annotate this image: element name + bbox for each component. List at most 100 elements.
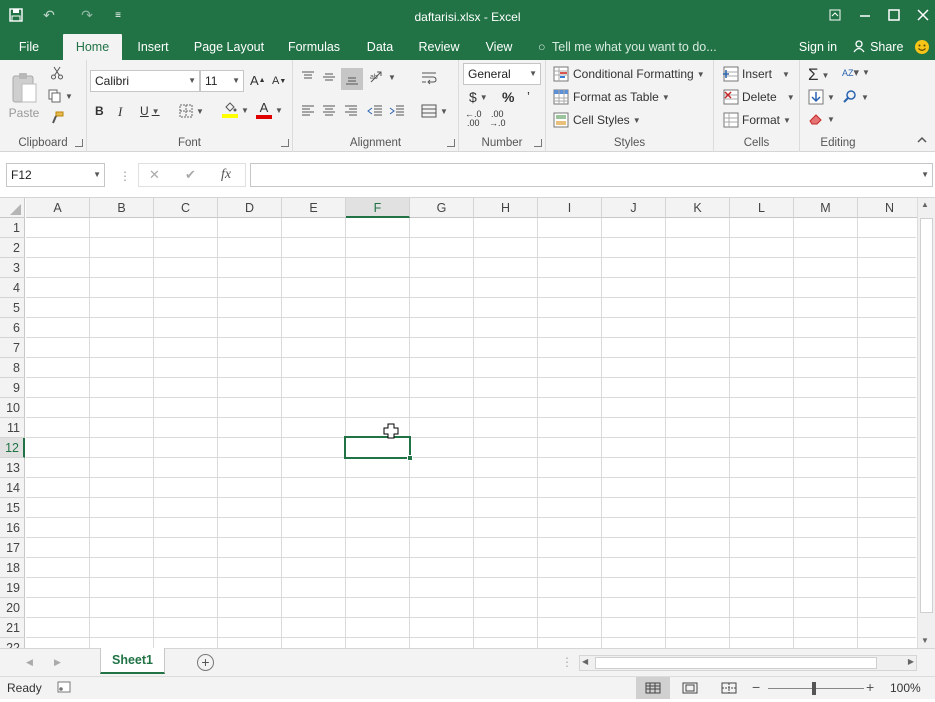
wrap-text-button[interactable] [421,70,437,86]
zoom-out-button[interactable]: − [752,679,760,695]
row-header-2[interactable]: 2 [0,238,25,258]
selected-cell[interactable] [344,436,413,461]
font-color-button[interactable]: A ▼ [256,101,283,119]
number-format-combo[interactable]: General ▼ [463,63,541,85]
tell-me-box[interactable]: ○ Tell me what you want to do... [538,34,723,60]
clear-button[interactable]: ▼ [808,112,835,126]
cell-styles-button[interactable]: Cell Styles ▼ [553,112,641,128]
close-icon[interactable] [910,4,935,26]
row-header-4[interactable]: 4 [0,278,25,298]
sort-filter-button[interactable]: AZ ▾ ▼ [842,66,870,79]
merge-center-button[interactable]: ▼ [421,104,448,118]
paste-button[interactable]: Paste [6,64,42,120]
page-break-view-button[interactable] [721,682,737,697]
orientation-button[interactable]: ab ▼ [369,70,396,84]
zoom-in-button[interactable]: + [866,679,874,695]
column-header-m[interactable]: M [794,198,858,218]
scroll-up-icon[interactable]: ▲ [921,200,929,209]
comma-style-button[interactable]: ’ [527,89,530,104]
format-painter-button[interactable] [50,111,64,125]
align-center-button[interactable] [322,104,336,118]
formula-input[interactable]: ▼ [250,163,933,187]
font-size-combo[interactable]: 11 ▼ [200,70,244,92]
tab-view[interactable]: View [480,34,518,60]
conditional-formatting-button[interactable]: Conditional Formatting ▼ [553,66,705,82]
new-sheet-icon[interactable]: + [197,654,214,671]
normal-view-button[interactable] [636,677,670,699]
tab-data[interactable]: Data [361,34,399,60]
align-left-button[interactable] [301,104,315,118]
scroll-left-icon[interactable]: ◀ [582,657,588,666]
column-header-n[interactable]: N [858,198,922,218]
tab-review[interactable]: Review [414,34,464,60]
row-header-19[interactable]: 19 [0,578,25,598]
sheet-tab-sheet1[interactable]: Sheet1 [100,648,165,674]
row-header-5[interactable]: 5 [0,298,25,318]
clipboard-dialog-launcher[interactable] [75,139,83,147]
find-select-button[interactable]: ▼ [842,89,869,105]
row-header-3[interactable]: 3 [0,258,25,278]
row-header-10[interactable]: 10 [0,398,25,418]
row-header-14[interactable]: 14 [0,478,25,498]
row-header-17[interactable]: 17 [0,538,25,558]
column-header-i[interactable]: I [538,198,602,218]
expand-formula-bar-icon[interactable]: ▼ [921,164,929,186]
row-header-22[interactable]: 22 [0,638,25,648]
borders-button[interactable]: ▼ [179,104,204,118]
share-button[interactable]: Share [848,34,908,60]
tab-page-layout[interactable]: Page Layout [190,34,268,60]
smiley-feedback-icon[interactable] [912,34,932,60]
grow-font-button[interactable]: A ▲ [250,73,266,88]
fill-handle[interactable] [407,455,413,461]
top-align-button[interactable] [301,70,315,84]
worksheet-grid[interactable]: ABCDEFGHIJKLMN 1 2 3 4 5 6 7 8 9 10 11 12 13 14 15 16 17… [0,198,935,648]
underline-button[interactable]: U ▼ [140,104,160,118]
column-header-k[interactable]: K [666,198,730,218]
font-name-combo[interactable]: Calibri ▼ [90,70,200,92]
align-right-button[interactable] [344,104,358,118]
tab-split-grip-icon[interactable]: ⋮ [561,655,573,669]
name-box[interactable]: F12 ▼ [6,163,105,187]
column-header-l[interactable]: L [730,198,794,218]
cancel-entry-icon[interactable]: ✕ [149,167,160,183]
row-header-11[interactable]: 11 [0,418,25,438]
maximize-icon[interactable] [881,4,907,26]
next-sheet-icon[interactable]: ▶ [54,657,61,668]
horizontal-scroll-thumb[interactable] [595,657,877,669]
minimize-icon[interactable] [852,4,878,26]
increase-indent-button[interactable] [389,104,405,118]
shrink-font-button[interactable]: A ▼ [272,75,286,87]
ribbon-display-options-icon[interactable] [822,4,848,26]
tab-home[interactable]: Home [63,34,122,60]
horizontal-scrollbar[interactable]: ◀ ▶ [579,655,917,671]
autosum-button[interactable]: Σ ▼ [808,65,829,85]
increase-decimal-button[interactable]: ←.0.00 [465,110,482,128]
insert-function-icon[interactable]: fx [221,167,231,183]
row-header-12[interactable]: 12 [0,438,25,458]
tab-formulas[interactable]: Formulas [283,34,345,60]
vertical-scroll-thumb[interactable] [920,218,933,613]
column-header-b[interactable]: B [90,198,154,218]
collapse-ribbon-icon[interactable] [917,136,927,144]
column-header-a[interactable]: A [26,198,90,218]
scroll-down-icon[interactable]: ▼ [921,636,929,645]
alignment-dialog-launcher[interactable] [447,139,455,147]
select-all-corner[interactable] [0,198,25,218]
zoom-slider-track[interactable] [768,688,864,689]
font-dialog-launcher[interactable] [281,139,289,147]
row-header-16[interactable]: 16 [0,518,25,538]
row-header-7[interactable]: 7 [0,338,25,358]
decrease-decimal-button[interactable]: .00 →.0 [489,110,506,128]
column-header-c[interactable]: C [154,198,218,218]
format-as-table-button[interactable]: Format as Table ▼ [553,89,670,105]
column-header-j[interactable]: J [602,198,666,218]
copy-button[interactable]: ▼ [48,89,73,103]
enter-entry-icon[interactable]: ✔ [185,167,196,183]
row-header-6[interactable]: 6 [0,318,25,338]
column-header-e[interactable]: E [282,198,346,218]
macro-record-icon[interactable] [57,681,71,693]
row-header-9[interactable]: 9 [0,378,25,398]
fill-button[interactable]: ▼ [808,89,835,105]
scroll-right-icon[interactable]: ▶ [908,657,914,666]
row-header-18[interactable]: 18 [0,558,25,578]
